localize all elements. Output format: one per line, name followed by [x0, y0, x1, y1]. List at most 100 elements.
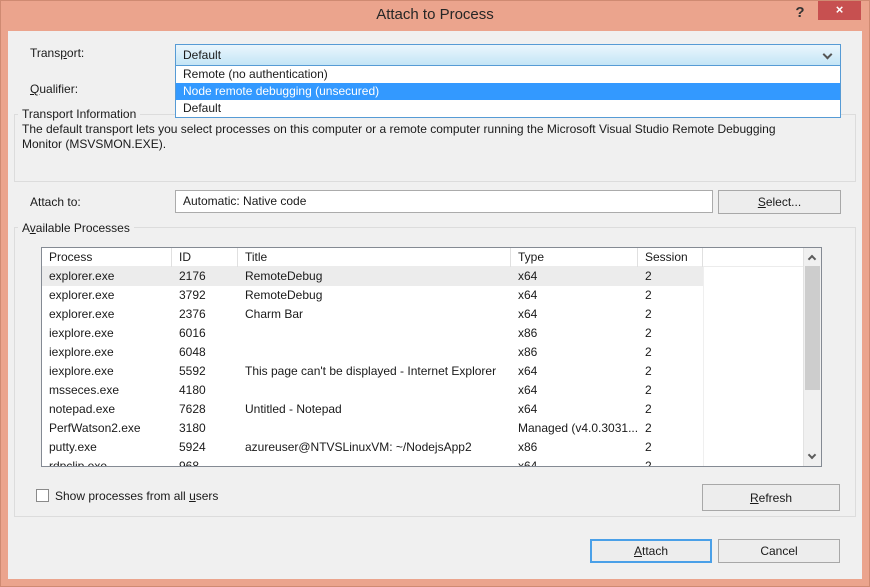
transport-combobox-value: Default — [183, 48, 221, 62]
table-cell: 3180 — [172, 419, 238, 438]
refresh-button[interactable]: Refresh — [702, 484, 840, 511]
table-cell: rdpclip.exe — [42, 457, 172, 466]
table-cell — [238, 324, 511, 343]
table-cell: 2376 — [172, 305, 238, 324]
table-cell: 3792 — [172, 286, 238, 305]
qualifier-label: Qualifier: — [30, 82, 78, 96]
table-cell: 2 — [638, 362, 703, 381]
table-cell: 2 — [638, 419, 703, 438]
attach-to-process-dialog: Attach to Process ? × Transport: Default… — [0, 0, 870, 587]
column-header-title[interactable]: Title — [238, 248, 511, 267]
column-header-type[interactable]: Type — [511, 248, 638, 267]
table-cell: 6048 — [172, 343, 238, 362]
column-header-id[interactable]: ID — [172, 248, 238, 267]
close-icon[interactable]: × — [818, 1, 861, 20]
table-row[interactable]: explorer.exe2376Charm Barx642 — [42, 305, 803, 324]
table-row[interactable]: iexplore.exe5592This page can't be displ… — [42, 362, 803, 381]
available-processes-title: Available Processes — [18, 221, 134, 235]
table-cell: msseces.exe — [42, 381, 172, 400]
table-cell: azureuser@NTVSLinuxVM: ~/NodejsApp2 — [238, 438, 511, 457]
table-row[interactable]: explorer.exe3792RemoteDebugx642 — [42, 286, 803, 305]
transport-info-line2: Monitor (MSVSMON.EXE). — [22, 137, 837, 152]
attach-to-label: Attach to: — [30, 195, 81, 209]
vertical-scrollbar[interactable] — [803, 248, 821, 466]
table-cell: 2 — [638, 343, 703, 362]
table-row[interactable]: PerfWatson2.exe3180Managed (v4.0.3031...… — [42, 419, 803, 438]
table-cell: x64 — [511, 305, 638, 324]
table-cell: notepad.exe — [42, 400, 172, 419]
transport-information-title: Transport Information — [18, 107, 140, 121]
table-row[interactable]: rdpclip.exe968 x642 — [42, 457, 803, 466]
table-cell: 2 — [638, 286, 703, 305]
transport-combobox[interactable]: Default — [175, 44, 841, 66]
transport-info-line1: The default transport lets you select pr… — [22, 122, 837, 137]
table-cell: 2 — [638, 267, 703, 286]
dialog-body: Transport: Default Remote (no authentica… — [8, 31, 862, 579]
titlebar[interactable]: Attach to Process ? × — [0, 0, 870, 31]
table-cell: x64 — [511, 286, 638, 305]
table-cell: iexplore.exe — [42, 343, 172, 362]
table-cell: x64 — [511, 362, 638, 381]
scroll-up-button[interactable] — [804, 248, 821, 266]
table-cell: 2 — [638, 400, 703, 419]
table-row[interactable]: putty.exe5924azureuser@NTVSLinuxVM: ~/No… — [42, 438, 803, 457]
attach-to-field[interactable]: Automatic: Native code — [175, 190, 713, 213]
table-cell: x64 — [511, 267, 638, 286]
help-icon[interactable]: ? — [789, 2, 811, 24]
table-cell: RemoteDebug — [238, 286, 511, 305]
table-cell: 2 — [638, 381, 703, 400]
table-cell: 2 — [638, 457, 703, 466]
table-cell: 6016 — [172, 324, 238, 343]
chevron-down-icon — [808, 451, 816, 459]
transport-dropdown: Remote (no authentication)Node remote de… — [175, 66, 841, 118]
table-row[interactable]: explorer.exe2176RemoteDebugx642 — [42, 267, 803, 286]
transport-information-text: The default transport lets you select pr… — [22, 122, 837, 152]
table-cell: explorer.exe — [42, 286, 172, 305]
table-cell — [238, 419, 511, 438]
transport-label: Transport: — [30, 46, 84, 60]
table-cell: x86 — [511, 343, 638, 362]
scroll-down-button[interactable] — [804, 448, 821, 466]
table-cell: explorer.exe — [42, 267, 172, 286]
show-all-users-checkbox[interactable] — [36, 489, 49, 502]
table-cell: 2 — [638, 324, 703, 343]
dialog-title: Attach to Process — [0, 0, 870, 31]
table-cell: This page can't be displayed - Internet … — [238, 362, 511, 381]
table-cell: 7628 — [172, 400, 238, 419]
chevron-down-icon — [823, 50, 833, 60]
table-cell: 968 — [172, 457, 238, 466]
chevron-up-icon — [808, 255, 816, 263]
attach-button[interactable]: Attach — [590, 539, 712, 563]
table-row[interactable]: iexplore.exe6048 x862 — [42, 343, 803, 362]
table-cell: Untitled - Notepad — [238, 400, 511, 419]
column-header-session[interactable]: Session — [638, 248, 703, 267]
table-cell: 2176 — [172, 267, 238, 286]
column-header-process[interactable]: Process — [42, 248, 172, 267]
table-cell: x64 — [511, 457, 638, 466]
select-button[interactable]: Select... — [718, 190, 841, 214]
dropdown-item[interactable]: Node remote debugging (unsecured) — [176, 83, 840, 100]
cancel-button[interactable]: Cancel — [718, 539, 840, 563]
table-row[interactable]: msseces.exe4180x642 — [42, 381, 803, 400]
dropdown-item[interactable]: Default — [176, 100, 840, 117]
show-all-users-label: Show processes from all users — [55, 489, 218, 503]
table-cell — [238, 381, 511, 400]
table-row[interactable]: iexplore.exe6016x862 — [42, 324, 803, 343]
table-row[interactable]: notepad.exe7628Untitled - Notepadx642 — [42, 400, 803, 419]
table-cell: Charm Bar — [238, 305, 511, 324]
table-cell: explorer.exe — [42, 305, 172, 324]
table-cell: 5924 — [172, 438, 238, 457]
scrollbar-thumb[interactable] — [805, 266, 820, 390]
table-cell: 2 — [638, 438, 703, 457]
table-cell: 5592 — [172, 362, 238, 381]
table-cell: x64 — [511, 400, 638, 419]
process-table-header: Process ID Title Type Session — [42, 248, 803, 267]
table-cell: 4180 — [172, 381, 238, 400]
table-cell: PerfWatson2.exe — [42, 419, 172, 438]
process-list: Process ID Title Type Session explorer.e… — [41, 247, 822, 467]
table-cell: x86 — [511, 324, 638, 343]
table-cell — [238, 457, 511, 466]
table-cell: putty.exe — [42, 438, 172, 457]
table-cell: 2 — [638, 305, 703, 324]
dropdown-item[interactable]: Remote (no authentication) — [176, 66, 840, 83]
